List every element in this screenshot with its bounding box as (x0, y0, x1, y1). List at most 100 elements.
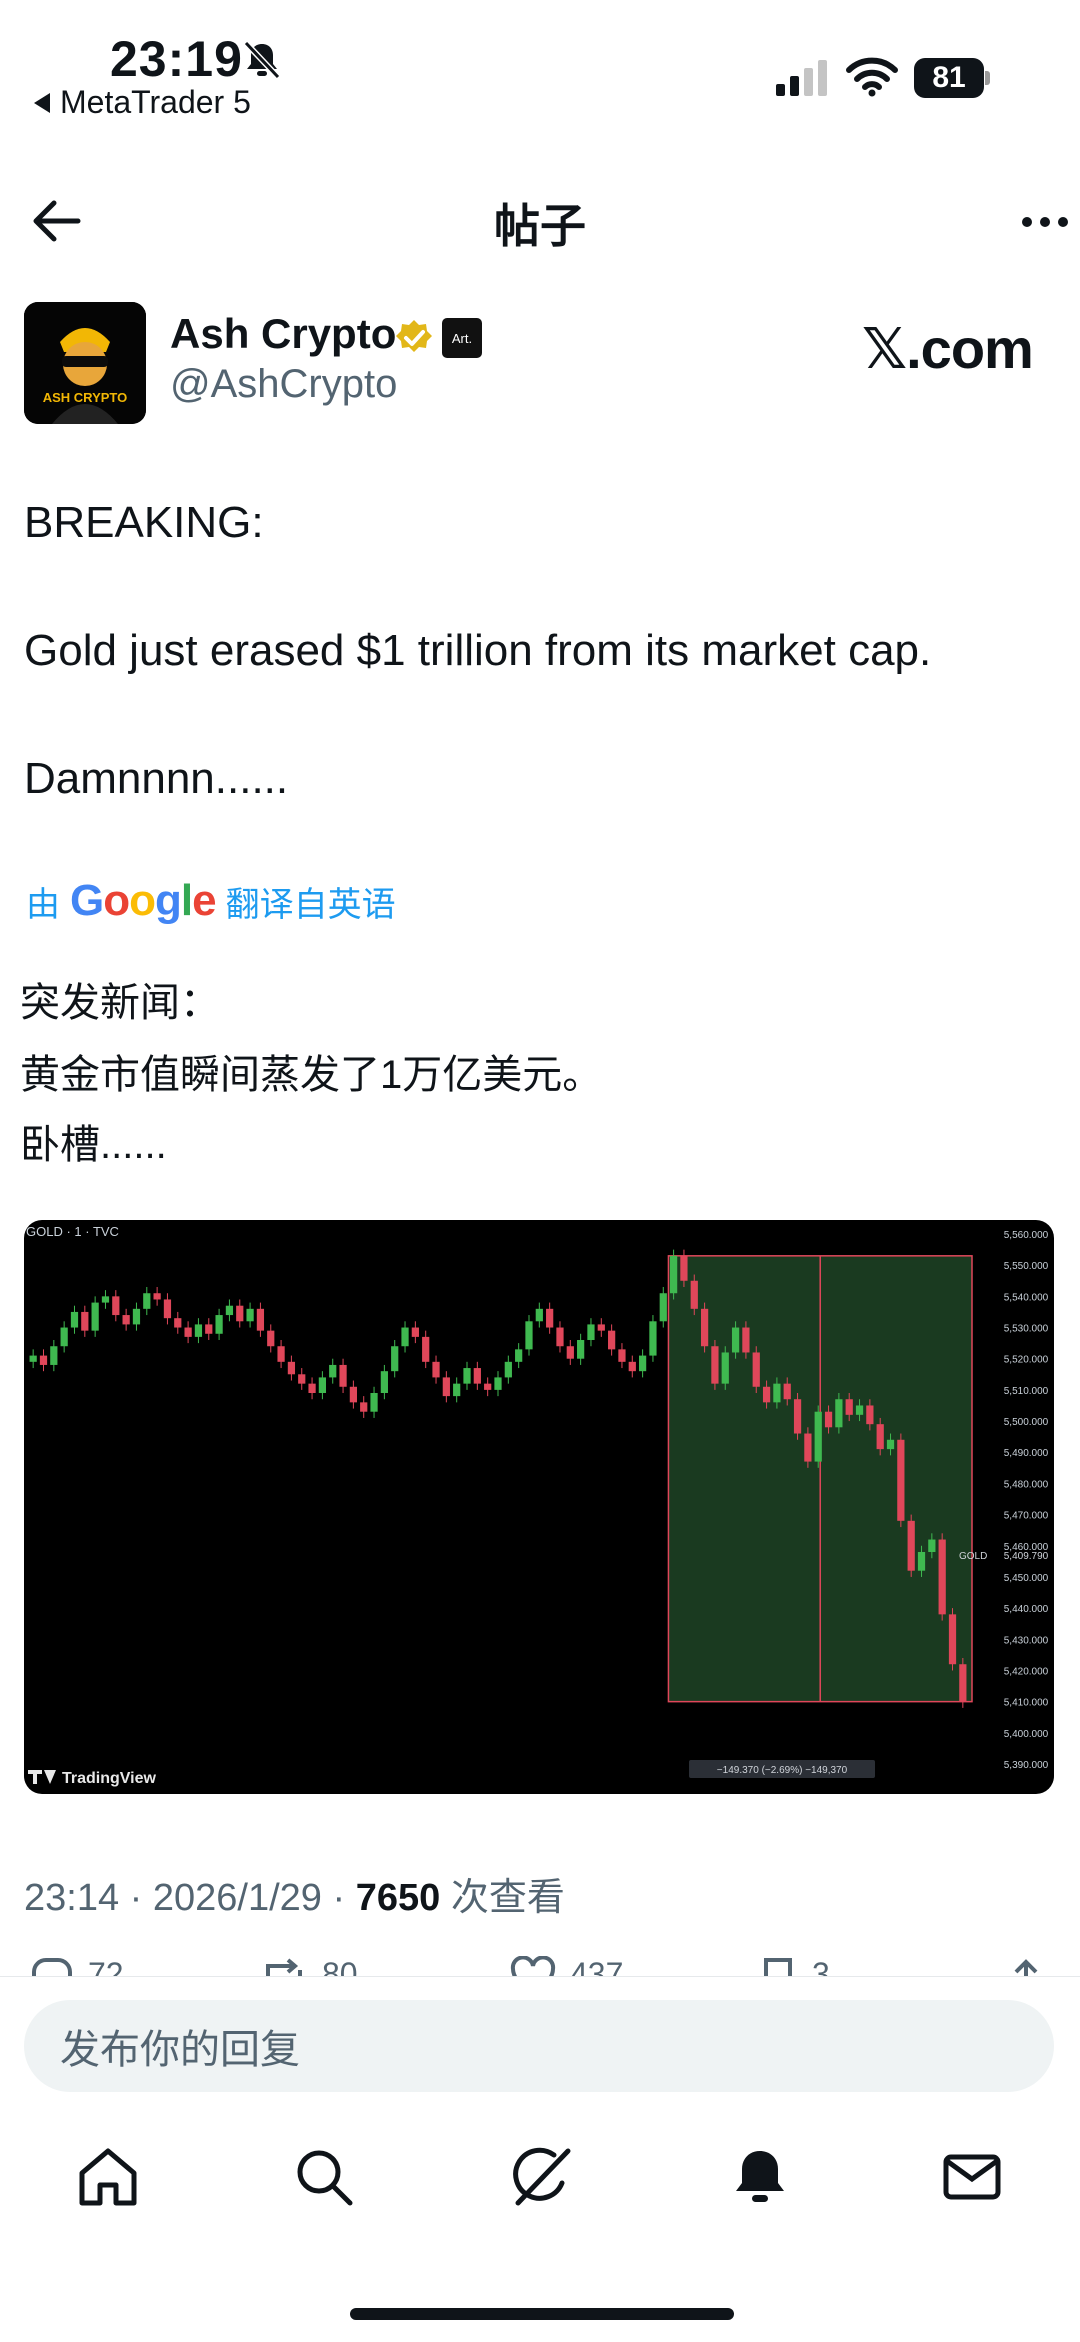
candle (917, 1552, 926, 1571)
verified-badge-icon (396, 320, 432, 352)
candle (432, 1361, 440, 1378)
gold-candlestick-chart: 5,560.000 5,550.000 5,540.000 5,530.000 5,52… (26, 1224, 1049, 1787)
home-icon[interactable] (76, 2145, 140, 2209)
reply-input[interactable]: 发布你的回复 (24, 2000, 1054, 2092)
chart-image[interactable]: 5,560.000 5,550.000 5,540.000 5,530.000 5,52… (24, 1220, 1054, 1794)
candle (81, 1311, 89, 1331)
candle (948, 1614, 957, 1665)
back-to-app-link[interactable]: MetaTrader 5 (34, 84, 251, 121)
candle (308, 1383, 316, 1393)
candle (855, 1405, 864, 1415)
more-options-icon[interactable] (1015, 202, 1075, 242)
candle (659, 1293, 667, 1322)
candle (897, 1439, 905, 1521)
candle (938, 1539, 946, 1615)
candle (721, 1352, 729, 1384)
candle (835, 1399, 843, 1428)
candle (494, 1377, 502, 1390)
silent-bell-icon (243, 40, 281, 80)
candle (814, 1411, 822, 1462)
affiliate-badge[interactable]: Art. (442, 318, 482, 358)
candle (70, 1311, 79, 1328)
candle (618, 1349, 626, 1362)
avatar-art (24, 302, 146, 424)
candle (174, 1318, 182, 1328)
candle (101, 1296, 110, 1303)
candle (112, 1296, 120, 1316)
candle (339, 1364, 347, 1387)
price-tick-label: 5,520.000 (1004, 1355, 1049, 1366)
battery-nub (985, 71, 990, 85)
candle (267, 1330, 275, 1347)
candle (690, 1280, 698, 1309)
price-tick-label: 5,550.000 (1004, 1261, 1049, 1272)
search-icon[interactable] (292, 2145, 356, 2209)
candle (442, 1377, 450, 1397)
candle (50, 1346, 58, 1365)
back-app-label: MetaTrader 5 (60, 84, 251, 120)
price-tick-label: 5,540.000 (1004, 1292, 1049, 1303)
candle (762, 1386, 771, 1403)
price-tick-label: 5,560.000 (1004, 1230, 1049, 1241)
price-tick-label: 5,480.000 (1004, 1479, 1049, 1490)
author-name[interactable]: Ash Crypto (170, 310, 396, 358)
price-tick-label: 5,450.000 (1004, 1573, 1049, 1584)
price-tick-label: 5,470.000 (1004, 1511, 1049, 1522)
measure-label: −149.370 (−2.69%) −149,370 (717, 1765, 848, 1776)
candle (401, 1327, 409, 1347)
candle (122, 1315, 130, 1325)
candle (597, 1324, 605, 1331)
home-indicator (350, 2308, 734, 2320)
tweet-meta: 23:14 · 2026/1/29 · 7650 次查看 (24, 1877, 565, 1919)
views-label: 次查看 (450, 1877, 565, 1919)
price-tick-label: 5,430.000 (1004, 1635, 1049, 1646)
candle (205, 1324, 213, 1334)
candle (752, 1352, 760, 1387)
price-tick-label: 5,530.000 (1004, 1324, 1049, 1335)
candle (380, 1371, 388, 1393)
candle (742, 1327, 750, 1353)
candle (804, 1433, 812, 1462)
candle (256, 1308, 265, 1331)
candle (876, 1424, 884, 1450)
candle (700, 1308, 709, 1347)
candle (793, 1399, 802, 1434)
candle (246, 1308, 254, 1322)
candle (577, 1340, 585, 1359)
candle (525, 1321, 533, 1350)
candle (298, 1374, 306, 1384)
translated-line-1: 突发新闻： (20, 981, 220, 1025)
price-tick-label: 5,510.000 (1004, 1386, 1049, 1397)
tradingview-watermark: TradingView (62, 1770, 157, 1787)
grok-icon[interactable] (508, 2145, 572, 2209)
candle (60, 1327, 68, 1347)
tweet-date: 2026/1/29 (152, 1877, 322, 1919)
translation-attribution[interactable]: 由 Google 翻译自英语 (26, 876, 396, 926)
notifications-bell-icon[interactable] (728, 2145, 792, 2209)
candle (329, 1364, 337, 1378)
avatar-caption: ASH CRYPTO (42, 390, 128, 405)
wifi-icon (846, 57, 898, 97)
candle (39, 1355, 48, 1365)
candle (194, 1324, 203, 1337)
candle (628, 1361, 636, 1372)
candle (824, 1411, 833, 1428)
price-tick-label: 5,400.000 (1004, 1729, 1049, 1740)
tweet-time: 23:14 (24, 1877, 120, 1919)
author-handle[interactable]: @AshCrypto (170, 362, 397, 407)
messages-icon[interactable] (940, 2145, 1004, 2209)
candle (453, 1383, 461, 1397)
tweet-line-3: Damnnnn...... (24, 754, 289, 803)
candle (225, 1305, 234, 1316)
candle (132, 1308, 141, 1325)
candle (360, 1402, 368, 1412)
candle (886, 1439, 895, 1450)
translation-prefix: 由 (26, 885, 60, 924)
candle (773, 1383, 781, 1403)
candle (411, 1327, 419, 1337)
author-avatar[interactable]: ASH CRYPTO (24, 302, 146, 424)
candle (277, 1346, 285, 1362)
candle (391, 1346, 399, 1372)
price-tick-label: 5,490.000 (1004, 1448, 1049, 1459)
tweet-line-1: BREAKING: (24, 498, 264, 547)
